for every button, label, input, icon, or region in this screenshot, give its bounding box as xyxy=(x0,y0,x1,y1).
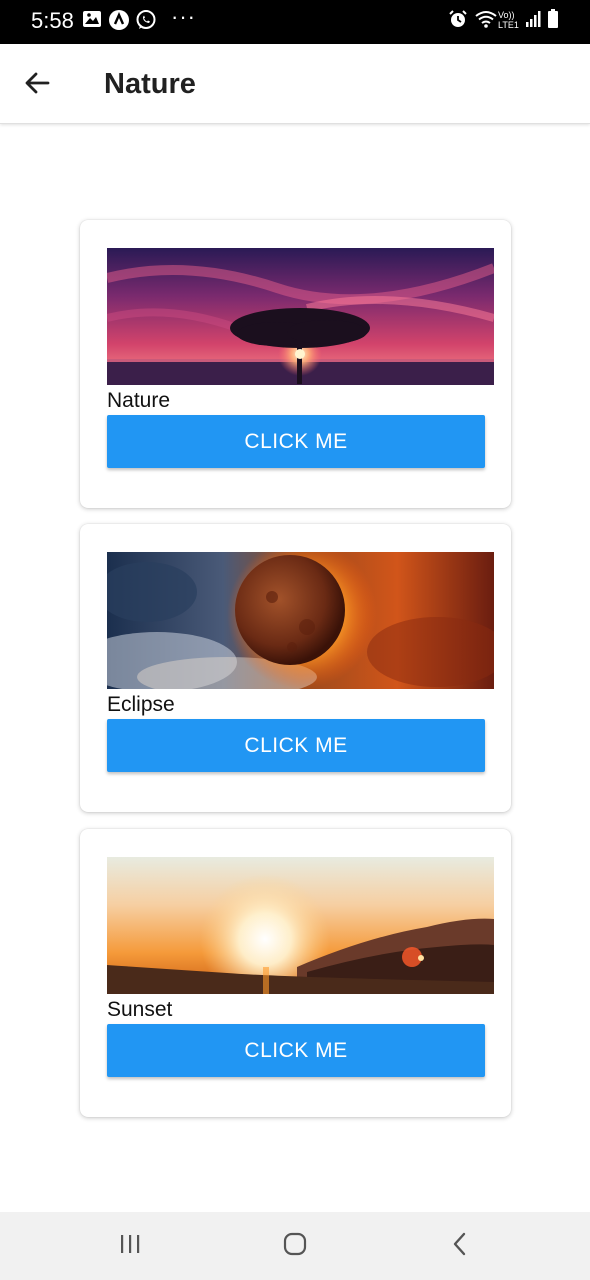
wifi-icon xyxy=(474,9,498,34)
arrow-back-icon xyxy=(23,69,51,102)
recent-apps-icon xyxy=(118,1232,142,1261)
status-bar: 5:58 ··· Vo)) LTE1 xyxy=(0,0,590,44)
card-nature: Nature CLICK ME xyxy=(80,220,511,508)
card-image-eclipse xyxy=(107,552,494,689)
system-nav-bar xyxy=(0,1212,590,1280)
network-label: Vo)) LTE1 xyxy=(498,10,519,30)
card-eclipse: Eclipse CLICK ME xyxy=(80,524,511,812)
home-button[interactable] xyxy=(275,1230,315,1262)
card-image-nature xyxy=(107,248,494,385)
status-time: 5:58 xyxy=(31,8,74,33)
alarm-icon xyxy=(448,9,468,34)
app-bar: Nature xyxy=(0,44,590,124)
gallery-icon xyxy=(82,9,102,34)
back-button[interactable] xyxy=(18,66,56,104)
network-label-top: Vo)) xyxy=(498,10,515,20)
battery-icon xyxy=(547,9,559,34)
home-icon xyxy=(282,1231,308,1262)
network-label-bottom: LTE1 xyxy=(498,20,519,30)
click-me-button-sunset[interactable]: CLICK ME xyxy=(107,1024,485,1077)
card-sunset: Sunset CLICK ME xyxy=(80,829,511,1117)
card-title: Eclipse xyxy=(107,693,175,716)
page-title: Nature xyxy=(104,68,196,100)
app-a-icon xyxy=(108,9,130,36)
card-title: Sunset xyxy=(107,998,173,1021)
card-title: Nature xyxy=(107,389,171,412)
signal-icon xyxy=(525,9,541,34)
back-nav-icon xyxy=(448,1232,472,1261)
overflow-dots: ··· xyxy=(171,4,196,29)
click-me-button-nature[interactable]: CLICK ME xyxy=(107,415,485,468)
card-image-sunset xyxy=(107,857,494,994)
click-me-button-eclipse[interactable]: CLICK ME xyxy=(107,719,485,772)
whatsapp-icon xyxy=(135,9,157,36)
recent-apps-button[interactable] xyxy=(110,1230,150,1262)
back-nav-button[interactable] xyxy=(440,1230,480,1262)
